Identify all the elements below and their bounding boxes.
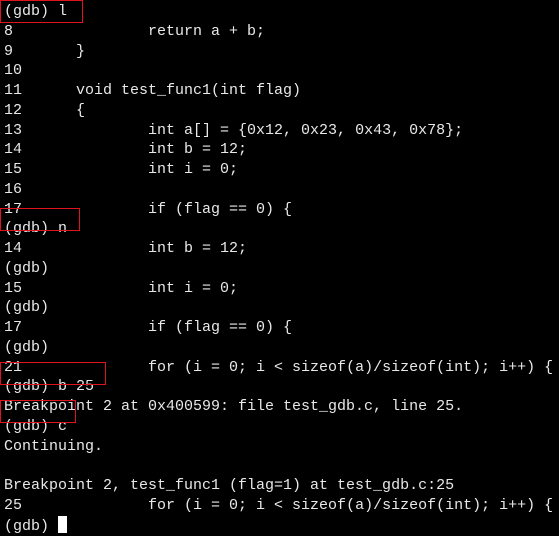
gdb-prompt-line: (gdb) c (4, 417, 68, 435)
output-line: 10 (4, 62, 23, 80)
output-line: 11 void test_func1(int flag) (4, 82, 302, 99)
output-line: 25 for (i = 0; i < sizeof(a)/sizeof(int)… (4, 496, 554, 514)
gdb-prompt-line: (gdb) l (4, 3, 68, 20)
output-line: 9 } (4, 42, 86, 60)
text-cursor (58, 515, 68, 533)
output-line: 15 int i = 0; (4, 161, 239, 178)
output-line: 12 { (4, 101, 86, 119)
highlight-break-command (0, 362, 106, 385)
output-line: 14 int b = 12; (4, 141, 248, 159)
highlight-list-command (0, 0, 83, 23)
gdb-prompt-line: (gdb) (4, 338, 50, 356)
output-line: 17 if (flag == 0) { (4, 319, 293, 336)
gdb-prompt-line: (gdb) (4, 299, 50, 317)
output-line: 13 int a[] = {0x12, 0x23, 0x43, 0x78}; (4, 121, 464, 139)
gdb-prompt-line: (gdb) (4, 515, 553, 536)
highlight-next-command (0, 208, 80, 231)
output-line: 14 int b = 12; (4, 240, 248, 257)
highlight-continue-command (0, 400, 76, 423)
output-line: Breakpoint 2, test_func1 (flag=1) at tes… (4, 477, 455, 494)
output-line: 15 int i = 0; (4, 279, 239, 297)
output-line: 16 (4, 180, 23, 198)
gdb-prompt-line: (gdb) n (4, 220, 68, 238)
output-line: Continuing. (4, 437, 104, 455)
gdb-prompt-line: (gdb) (4, 259, 50, 277)
terminal-output[interactable]: (gdb) l 8 return a + b; 9 } 10 11 void test_… (4, 2, 553, 535)
output-line: 8 return a + b; (4, 22, 266, 40)
output-line: 17 if (flag == 0) { (4, 200, 293, 218)
output-line: Breakpoint 2 at 0x400599: file test_gdb.… (4, 398, 464, 415)
